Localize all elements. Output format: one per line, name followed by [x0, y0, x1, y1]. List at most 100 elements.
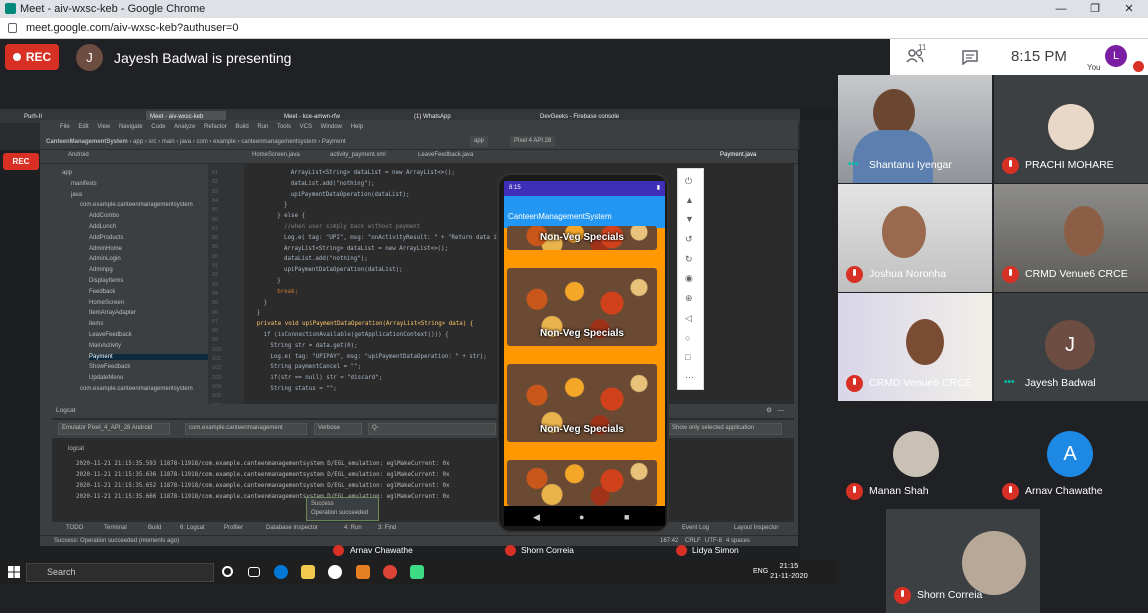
zoom-icon[interactable]: ⊕: [685, 293, 693, 304]
menu-item[interactable]: Code: [151, 124, 165, 130]
logcat-device-select[interactable]: Emulator Pixel_4_API_28 Android: [58, 423, 170, 435]
breadcrumb-item[interactable]: app: [133, 139, 143, 145]
breadcrumb-item[interactable]: java: [180, 139, 191, 145]
participant-tile[interactable]: CRMD Venue6 CRCE: [838, 293, 992, 401]
taskbar-search-input[interactable]: Search: [26, 563, 214, 582]
breadcrumb-item[interactable]: canteenmanagementsystem: [241, 139, 316, 145]
overview-icon[interactable]: □: [685, 352, 690, 362]
participant-tile[interactable]: CRMD Venue6 CRCE: [994, 184, 1148, 292]
menu-item[interactable]: Analyze: [174, 124, 195, 130]
tool-tab[interactable]: TODO: [66, 522, 83, 535]
breadcrumb-item[interactable]: Payment: [322, 139, 346, 145]
project-tree-item[interactable]: app: [62, 170, 72, 176]
breadcrumb-item[interactable]: main: [162, 139, 175, 145]
food-card[interactable]: Non-Veg Specials: [507, 226, 657, 250]
participant-tile[interactable]: Manan Shah: [838, 401, 992, 509]
menu-item[interactable]: File: [60, 124, 70, 130]
volume-down-icon[interactable]: ▼: [685, 214, 694, 224]
log-line[interactable]: 2020-11-21 21:15:35.666 11878-11918/com.…: [76, 494, 449, 500]
code-line[interactable]: dataList.add("nothing");: [291, 181, 375, 187]
menu-item[interactable]: Run: [257, 124, 268, 130]
code-line[interactable]: }: [277, 278, 281, 284]
code-line[interactable]: ArrayList<String> dataList = new ArrayLi…: [284, 246, 448, 252]
self-avatar[interactable]: L: [1105, 45, 1127, 67]
food-card[interactable]: [507, 460, 657, 506]
language-indicator[interactable]: ENG: [753, 568, 768, 575]
code-line[interactable]: }: [284, 202, 288, 208]
menu-item[interactable]: Refactor: [204, 124, 227, 130]
participant-tile[interactable]: J ••• Jayesh Badwal: [994, 293, 1148, 401]
project-tree-item[interactable]: AdminLogin: [89, 256, 121, 262]
code-line[interactable]: if(str == null) str = "discard";: [270, 375, 382, 381]
tool-tab[interactable]: Database Inspector: [266, 522, 318, 535]
project-tree-item[interactable]: LeaveFeedback: [89, 332, 132, 338]
tool-tab[interactable]: 6: Logcat: [180, 522, 205, 535]
power-icon[interactable]: ⏻: [685, 176, 692, 187]
tool-tab[interactable]: Terminal: [104, 522, 127, 535]
address-bar[interactable]: meet.google.com/aiv-wxsc-keb?authuser=0: [0, 18, 1148, 39]
home-icon[interactable]: ●: [579, 512, 584, 522]
project-tree-item[interactable]: Adminpg: [89, 267, 113, 273]
rotate-left-icon[interactable]: ↺: [685, 234, 693, 245]
code-line[interactable]: } else {: [277, 213, 305, 219]
menu-item[interactable]: Edit: [78, 124, 88, 130]
project-tree-item[interactable]: manifests: [71, 181, 97, 187]
menu-item[interactable]: Navigate: [119, 124, 143, 130]
back-nav-icon[interactable]: ◁: [685, 313, 692, 324]
cursor-position[interactable]: 167:42: [660, 536, 678, 547]
log-line[interactable]: 2020-11-21 21:15:35.636 11878-11918/com.…: [76, 472, 449, 478]
more-icon[interactable]: ⋯: [685, 372, 694, 383]
food-card[interactable]: Non-Veg Specials: [507, 364, 657, 442]
menu-item[interactable]: Help: [351, 124, 363, 130]
project-tree-item[interactable]: DisplayItems: [89, 278, 123, 284]
task-view-icon[interactable]: [248, 567, 260, 577]
project-tree-item[interactable]: ItemArrayAdapter: [89, 310, 136, 316]
log-line[interactable]: 2020-11-21 21:15:35.652 11878-11918/com.…: [76, 483, 449, 489]
logcat-level-select[interactable]: Verbose: [314, 423, 362, 435]
code-line[interactable]: ArrayList<String> dataList = new ArrayLi…: [291, 170, 455, 176]
log-line[interactable]: 2020-11-21 21:15:35.593 11878-11918/com.…: [76, 461, 449, 467]
code-line[interactable]: private void upiPaymentDataOperation(Arr…: [257, 321, 473, 327]
rotate-right-icon[interactable]: ↻: [685, 254, 693, 265]
participant-tile[interactable]: A Arnav Chawathe: [994, 401, 1148, 509]
project-tree-item[interactable]: AddLunch: [89, 224, 116, 230]
project-tree-item[interactable]: UpdateMenu: [89, 375, 123, 381]
participant-tile[interactable]: Shorn Correia: [886, 509, 1040, 613]
project-tree-item[interactable]: ShowFeedback: [89, 364, 130, 370]
chrome-icon[interactable]: [328, 565, 342, 579]
menu-item[interactable]: Window: [321, 124, 342, 130]
gear-icon[interactable]: ⚙: [766, 404, 772, 418]
back-icon[interactable]: ◀: [533, 512, 540, 523]
file-explorer-icon[interactable]: [301, 565, 315, 579]
tool-tab[interactable]: Profiler: [224, 522, 243, 535]
tool-tab[interactable]: Build: [148, 522, 161, 535]
logcat-search-input[interactable]: Q-: [368, 423, 496, 435]
code-line[interactable]: //when user simply back without payment: [284, 224, 420, 230]
close-icon[interactable]: ✕: [1112, 0, 1146, 18]
android-studio-icon[interactable]: [410, 565, 424, 579]
project-tree-item[interactable]: AdminHome: [89, 246, 122, 252]
file-tab[interactable]: activity_payment.xml: [330, 152, 386, 158]
windows-start-icon[interactable]: [8, 566, 20, 578]
project-tree-item[interactable]: HomeScreen: [89, 300, 124, 306]
code-line[interactable]: String str = data.get(0);: [270, 343, 357, 349]
sublime-icon[interactable]: [356, 565, 370, 579]
project-tree-item[interactable]: java: [71, 192, 82, 198]
tool-tab[interactable]: 3: Find: [378, 522, 396, 535]
code-line[interactable]: }: [264, 300, 268, 306]
participant-tile[interactable]: ••• Shantanu Iyengar: [838, 75, 992, 183]
logcat-subtab[interactable]: logcat: [68, 446, 84, 452]
project-view-select[interactable]: Android: [68, 152, 89, 158]
menu-item[interactable]: Tools: [277, 124, 291, 130]
code-line[interactable]: String paymentCancel = "";: [270, 364, 361, 370]
logcat-package-select[interactable]: com.example.canteenmanagement: [185, 423, 307, 435]
cortana-icon[interactable]: [222, 566, 233, 577]
minimize-icon[interactable]: —: [1044, 0, 1078, 18]
menu-item[interactable]: Build: [235, 124, 248, 130]
run-config-select[interactable]: app: [470, 136, 489, 147]
breadcrumb-item[interactable]: com: [196, 139, 207, 145]
participant-tile[interactable]: PRACHI MOHARE: [994, 75, 1148, 183]
participant-tile[interactable]: Joshua Noronha: [838, 184, 992, 292]
tool-tab[interactable]: 4: Run: [344, 522, 362, 535]
code-line[interactable]: dataList.add("nothing");: [284, 256, 368, 262]
